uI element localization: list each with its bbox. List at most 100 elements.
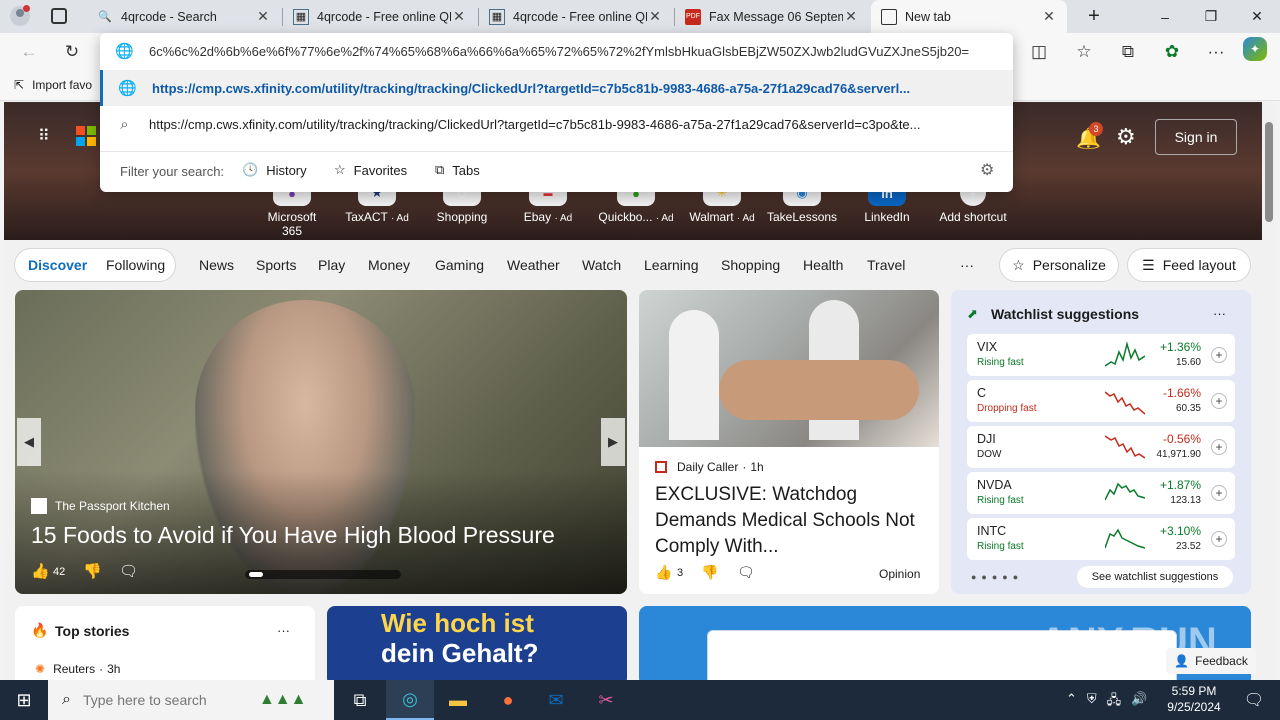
personalize-button[interactable]: ☆ Personalize — [999, 248, 1119, 282]
dislike-icon[interactable]: 👎 — [701, 564, 718, 581]
sign-in-button[interactable]: Sign in — [1155, 119, 1237, 155]
add-to-watchlist-icon[interactable]: + — [1211, 347, 1227, 363]
add-to-watchlist-icon[interactable]: + — [1211, 439, 1227, 455]
main-story-card[interactable]: ◀ ▶ The Passport Kitchen 15 Foods to Avo… — [15, 290, 627, 594]
stock-row-nvda[interactable]: NVDA Rising fast +1.87% 123.13 + — [967, 472, 1235, 514]
carousel-next-button[interactable]: ▶ — [601, 418, 625, 466]
nav-health[interactable]: Health — [803, 257, 843, 273]
page-scrollbar[interactable] — [1262, 102, 1276, 680]
task-view-icon[interactable]: ⧉ — [336, 680, 384, 720]
omnibox-settings-icon[interactable]: ⚙ — [980, 160, 994, 180]
nav-more-icon[interactable]: ··· — [960, 257, 974, 273]
tab-qrcode-2[interactable]: ▦ 4qrcode - Free online QR ✕ — [479, 0, 673, 33]
add-to-watchlist-icon[interactable]: + — [1211, 393, 1227, 409]
settings-gear-icon[interactable]: ⚙ — [1116, 124, 1136, 150]
nav-travel[interactable]: Travel — [867, 257, 905, 273]
nav-sports[interactable]: Sports — [256, 257, 296, 273]
carousel-prev-button[interactable]: ◀ — [17, 418, 41, 466]
apps-grid-icon[interactable]: ⠿ — [38, 128, 56, 146]
tab-search[interactable]: 🔍 4qrcode - Search ✕ — [87, 0, 281, 33]
network-icon[interactable]: 🖧 — [1107, 691, 1122, 713]
feed-layout-button[interactable]: ☰ Feed layout — [1127, 248, 1251, 282]
top-stories-title: Top stories — [55, 623, 130, 639]
firefox-icon[interactable]: ● — [484, 680, 532, 720]
story-headline[interactable]: 15 Foods to Avoid if You Have High Blood… — [31, 522, 555, 549]
filter-history[interactable]: 🕓 History — [242, 162, 307, 178]
close-tab-icon[interactable]: ✕ — [255, 8, 271, 25]
address-bar[interactable]: 🌐 — [100, 33, 1013, 69]
watchlist-pagination-dots[interactable]: ●●●●● — [971, 572, 1023, 582]
edge-taskbar-icon[interactable]: ◎ — [386, 680, 434, 720]
collections-icon[interactable]: ⧉ — [1113, 37, 1143, 67]
new-tab-plus-icon[interactable]: + — [1071, 0, 1117, 33]
split-screen-icon[interactable]: ◫ — [1024, 37, 1054, 67]
nav-gaming[interactable]: Gaming — [435, 257, 484, 273]
add-to-watchlist-icon[interactable]: + — [1211, 531, 1227, 547]
nav-shopping[interactable]: Shopping — [721, 257, 780, 273]
tab-fax-pdf[interactable]: PDF Fax Message 06 Septemb ✕ — [675, 0, 869, 33]
stock-row-dji[interactable]: DJI DOW -0.56% 41,971.90 + — [967, 426, 1235, 468]
nav-play[interactable]: Play — [318, 257, 345, 273]
like-icon[interactable]: 👍 — [655, 564, 672, 581]
stock-row-c[interactable]: C Dropping fast -1.66% 60.35 + — [967, 380, 1235, 422]
nav-learning[interactable]: Learning — [644, 257, 699, 273]
close-tab-icon[interactable]: ✕ — [451, 8, 467, 25]
file-explorer-icon[interactable]: ▬ — [434, 680, 482, 720]
like-icon[interactable]: 👍 — [31, 562, 50, 580]
taskbar-search-input[interactable] — [82, 692, 253, 708]
tab-qrcode-1[interactable]: ▦ 4qrcode - Free online QR ✕ — [283, 0, 477, 33]
watchlist-more-icon[interactable]: ··· — [1213, 306, 1226, 321]
notification-center-icon[interactable]: 🗨 — [1230, 680, 1278, 720]
address-input[interactable] — [149, 43, 999, 59]
copilot-icon[interactable]: ✦ — [1243, 37, 1267, 61]
tab-following[interactable]: Following — [106, 257, 165, 273]
carousel-dots[interactable] — [245, 570, 401, 579]
refresh-icon[interactable]: ↻ — [57, 37, 87, 67]
story-headline[interactable]: EXCLUSIVE: Watchdog Demands Medical Scho… — [655, 482, 925, 560]
promo-card[interactable]: ANY.RUN — [639, 606, 1251, 680]
nav-watch[interactable]: Watch — [582, 257, 621, 273]
stock-row-vix[interactable]: VIX Rising fast +1.36% 15.60 + — [967, 334, 1235, 376]
nav-weather[interactable]: Weather — [507, 257, 560, 273]
taskbar-search[interactable]: ⌕ ▲▲▲ — [48, 680, 334, 720]
top-stories-more-icon[interactable]: ··· — [277, 623, 290, 638]
feedback-button[interactable]: 👤 Feedback — [1166, 648, 1256, 674]
nav-news[interactable]: News — [199, 257, 234, 273]
volume-icon[interactable]: 🔊 — [1131, 691, 1147, 713]
close-tab-icon[interactable]: ✕ — [1041, 8, 1057, 25]
suggestion-row[interactable]: ⌕ https://cmp.cws.xfinity.com/utility/tr… — [100, 106, 1013, 142]
stock-row-intc[interactable]: INTC Rising fast +3.10% 23.52 + — [967, 518, 1235, 560]
comment-icon[interactable]: 🗨 — [737, 564, 755, 581]
see-watchlist-button[interactable]: See watchlist suggestions — [1077, 566, 1233, 588]
minimize-icon[interactable]: – — [1142, 0, 1188, 33]
windows-start-icon[interactable]: ⊞ — [0, 680, 48, 720]
close-window-icon[interactable]: ✕ — [1234, 0, 1280, 33]
restore-icon[interactable]: ❐ — [1188, 0, 1234, 33]
suggestion-row-selected[interactable]: 🌐 https://cmp.cws.xfinity.com/utility/tr… — [100, 70, 1013, 106]
settings-more-icon[interactable]: ··· — [1201, 37, 1231, 67]
favorites-star-icon[interactable]: ☆ — [1069, 37, 1099, 67]
comment-icon[interactable]: 🗨 — [119, 562, 138, 580]
profile-avatar[interactable] — [10, 5, 30, 26]
import-favorites-link[interactable]: ⇱ Import favo — [14, 78, 92, 92]
filter-tabs[interactable]: ⧉ Tabs — [435, 162, 480, 178]
ad-banner-card[interactable]: Wie hoch ist dein Gehalt? — [327, 606, 627, 680]
extensions-icon[interactable]: ✿ — [1157, 37, 1187, 67]
close-tab-icon[interactable]: ✕ — [647, 8, 663, 25]
nav-money[interactable]: Money — [368, 257, 410, 273]
close-tab-icon[interactable]: ✕ — [843, 8, 859, 25]
back-icon[interactable]: ← — [14, 37, 44, 67]
tab-new-tab[interactable]: New tab ✕ — [871, 0, 1067, 33]
dislike-icon[interactable]: 👎 — [83, 562, 102, 580]
outlook-icon[interactable]: ✉ — [532, 680, 580, 720]
tab-discover[interactable]: Discover — [28, 257, 87, 273]
snipping-tool-icon[interactable]: ✂ — [582, 680, 630, 720]
side-story-card[interactable]: Daily Caller · 1h EXCLUSIVE: Watchdog De… — [639, 290, 939, 594]
chevron-up-icon[interactable]: ⌃ — [1066, 691, 1077, 713]
defender-icon[interactable]: ⛨ — [1087, 691, 1097, 713]
add-to-watchlist-icon[interactable]: + — [1211, 485, 1227, 501]
filter-favorites[interactable]: ☆ Favorites — [334, 162, 407, 178]
stock-status: Rising fast — [977, 495, 1024, 506]
clock[interactable]: 5:59 PM 9/25/2024 — [1160, 684, 1228, 714]
tab-actions-icon[interactable] — [51, 8, 67, 24]
